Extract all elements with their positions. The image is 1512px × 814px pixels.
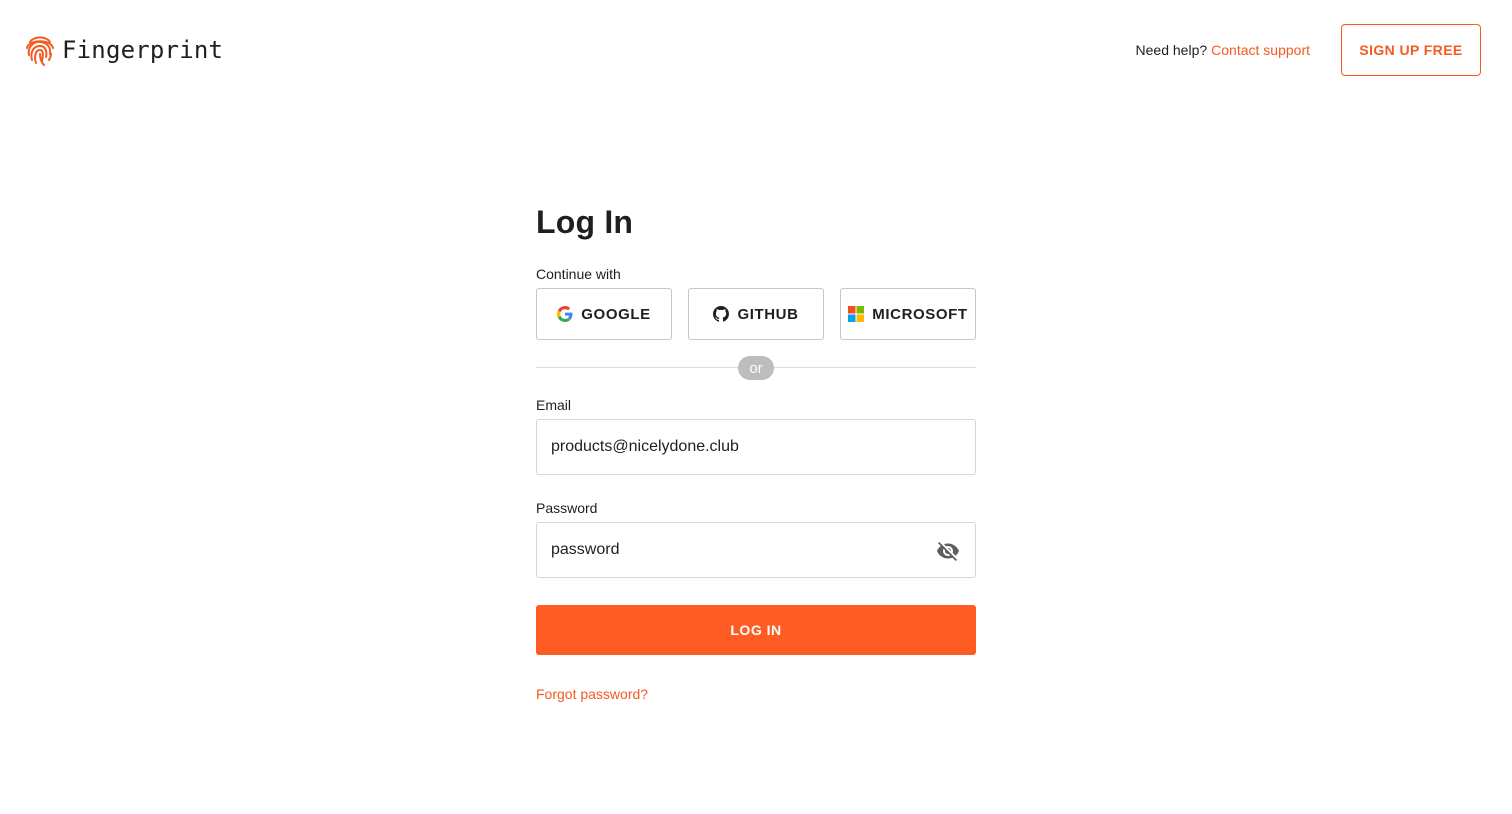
login-button[interactable]: LOG IN [536,605,976,655]
logo-text: Fingerprint [62,36,224,64]
email-field[interactable] [536,419,976,475]
github-login-button[interactable]: GITHUB [688,288,824,340]
contact-support-link[interactable]: Contact support [1211,42,1310,58]
google-icon [557,306,573,322]
forgot-password-link[interactable]: Forgot password? [536,686,648,702]
microsoft-icon [848,306,865,322]
logo[interactable]: Fingerprint [24,32,223,68]
microsoft-login-button[interactable]: MICROSOFT [840,288,976,340]
fingerprint-icon [24,33,56,67]
sign-up-free-button[interactable]: SIGN UP FREE [1341,24,1481,76]
header: Fingerprint Need help? Contact support S… [0,0,1512,100]
or-divider-pill: or [738,356,774,380]
email-label: Email [536,397,572,413]
help-text: Need help? Contact support [1136,40,1310,60]
password-label: Password [536,500,598,516]
microsoft-label: MICROSOFT [872,305,968,323]
eye-off-icon [936,539,960,563]
continue-with-label: Continue with [536,266,621,282]
github-label: GITHUB [737,305,799,323]
github-icon [713,306,730,322]
page-title: Log In [536,204,634,240]
google-login-button[interactable]: GOOGLE [536,288,672,340]
help-label: Need help? [1135,42,1208,58]
password-visibility-toggle[interactable] [936,539,960,563]
password-field[interactable] [536,522,976,578]
google-label: GOOGLE [581,305,651,323]
